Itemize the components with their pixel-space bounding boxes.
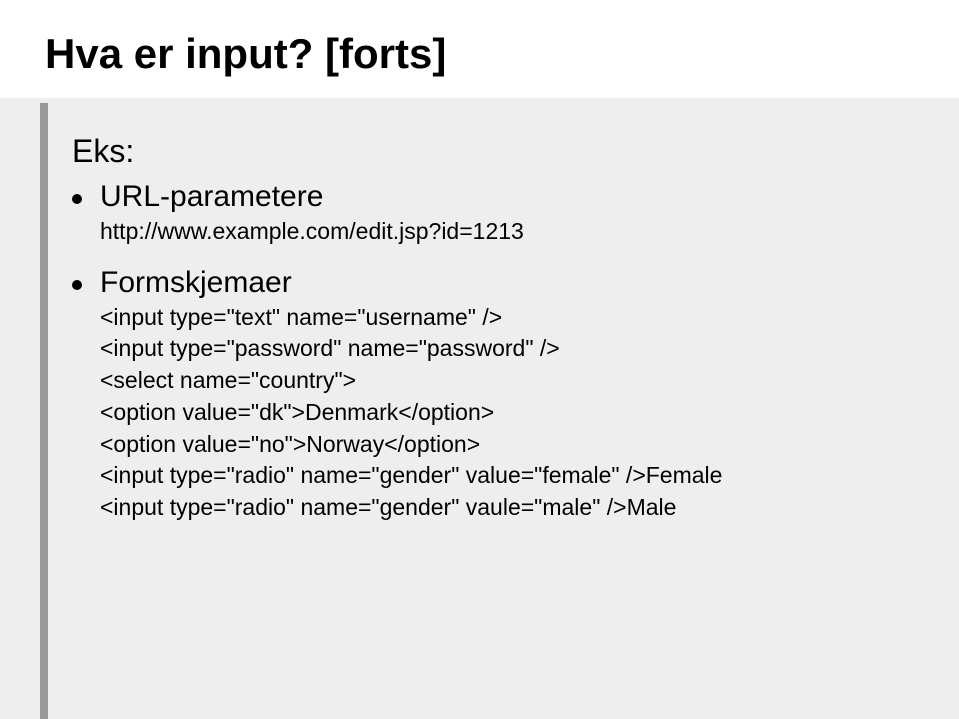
- title-area: Hva er input? [forts]: [0, 0, 959, 98]
- code-line: <input type="text" name="username" />: [100, 302, 899, 334]
- code-line: <option value="no">Norway</option>: [100, 429, 899, 461]
- slide-title: Hva er input? [forts]: [45, 30, 914, 78]
- bullet-label: URL-parametere: [100, 180, 323, 214]
- code-line: <input type="radio" name="gender" value=…: [100, 460, 899, 492]
- code-block: <input type="text" name="username" /> <i…: [100, 302, 899, 524]
- slide: Hva er input? [forts] Eks: URL-parameter…: [0, 0, 959, 719]
- vertical-divider: [40, 103, 48, 719]
- code-line: <select name="country">: [100, 365, 899, 397]
- code-line: http://www.example.com/edit.jsp?id=1213: [100, 216, 899, 248]
- bullet-icon: [72, 194, 82, 204]
- code-block: http://www.example.com/edit.jsp?id=1213: [100, 216, 899, 248]
- code-line: <option value="dk">Denmark</option>: [100, 397, 899, 429]
- bullet-item: Formskjemaer: [72, 266, 899, 300]
- code-line: <input type="radio" name="gender" vaule=…: [100, 492, 899, 524]
- bullet-icon: [72, 280, 82, 290]
- content-area: Eks: URL-parametere http://www.example.c…: [0, 98, 959, 524]
- bullet-item: URL-parametere: [72, 180, 899, 214]
- code-line: <input type="password" name="password" /…: [100, 333, 899, 365]
- subtitle: Eks:: [72, 133, 899, 170]
- bullet-label: Formskjemaer: [100, 266, 292, 300]
